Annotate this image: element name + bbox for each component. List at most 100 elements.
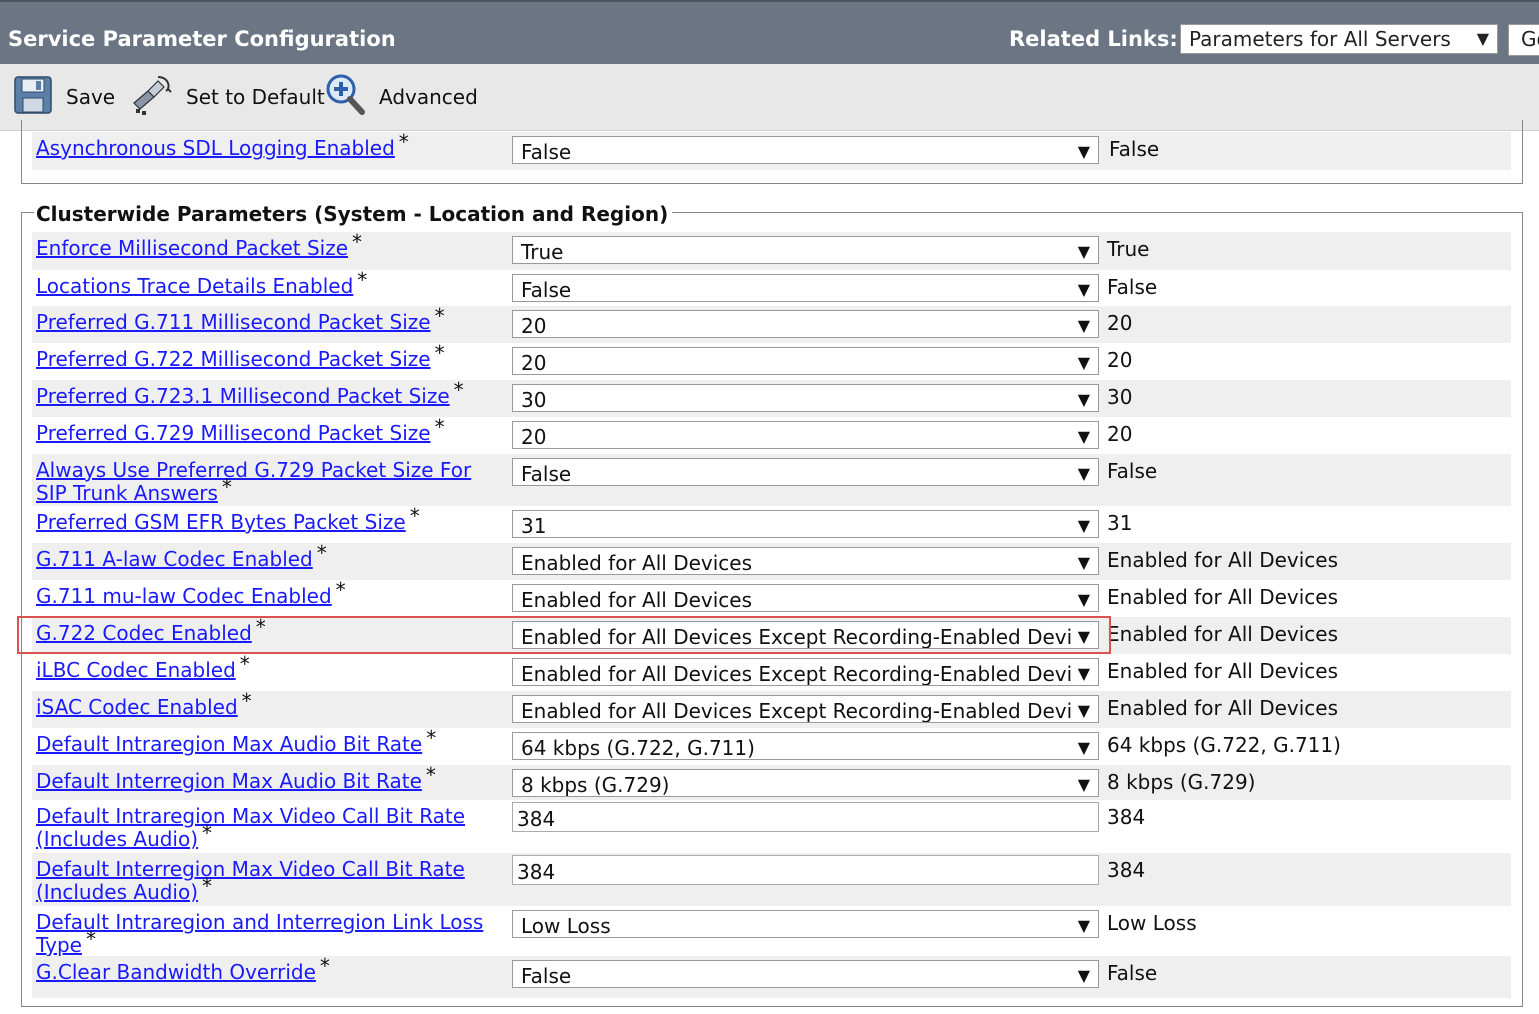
parameter-select[interactable]: 20 ▼ xyxy=(512,421,1099,449)
required-marker: * xyxy=(335,578,346,602)
parameter-link[interactable]: Preferred G.729 Millisecond Packet Size xyxy=(36,421,431,445)
default-value: Low Loss xyxy=(1107,911,1197,935)
parameter-link[interactable]: Preferred GSM EFR Bytes Packet Size xyxy=(36,510,406,534)
parameter-link[interactable]: Preferred G.711 Millisecond Packet Size xyxy=(36,310,431,334)
parameter-link[interactable]: Preferred G.723.1 Millisecond Packet Siz… xyxy=(36,384,450,408)
parameter-link[interactable]: Locations Trace Details Enabled xyxy=(36,274,353,298)
parameter-label: Preferred GSM EFR Bytes Packet Size * xyxy=(36,505,486,534)
default-value: 20 xyxy=(1107,311,1133,335)
dropdown-arrow-icon: ▼ xyxy=(1073,775,1090,794)
parameter-link[interactable]: Preferred G.722 Millisecond Packet Size xyxy=(36,347,431,371)
parameter-label: Default Intraregion Max Video Call Bit R… xyxy=(36,805,486,851)
required-marker: * xyxy=(319,954,330,978)
parameter-select[interactable]: False ▼ xyxy=(512,136,1099,164)
default-value: True xyxy=(1107,237,1150,261)
parameter-select[interactable]: Enabled for All Devices ▼ xyxy=(512,584,1099,612)
parameter-select[interactable]: 20 ▼ xyxy=(512,347,1099,375)
set-to-default-label: Set to Default xyxy=(186,85,325,109)
parameter-select[interactable]: Enabled for All Devices Except Recording… xyxy=(512,695,1099,723)
parameter-label: Default Intraregion and Interregion Link… xyxy=(36,911,486,957)
select-value: 31 xyxy=(521,514,547,538)
parameter-row: G.711 mu-law Codec Enabled * Enabled for A… xyxy=(32,579,1511,617)
required-marker: * xyxy=(434,415,445,439)
parameter-select[interactable]: 64 kbps (G.722, G.711) ▼ xyxy=(512,732,1099,760)
parameter-link[interactable]: G.711 A-law Codec Enabled xyxy=(36,547,313,571)
select-value: Enabled for All Devices Except Recording… xyxy=(521,662,1073,686)
required-marker: * xyxy=(202,874,213,898)
panel-legend: Clusterwide Parameters (System - Locatio… xyxy=(34,202,673,226)
parameter-select[interactable]: False ▼ xyxy=(512,274,1099,302)
dropdown-arrow-icon: ▼ xyxy=(1073,516,1090,535)
select-value: 20 xyxy=(521,351,547,375)
parameter-link[interactable]: Enforce Millisecond Packet Size xyxy=(36,236,348,260)
default-value: 64 kbps (G.722, G.711) xyxy=(1107,733,1341,757)
parameter-select[interactable]: 30 ▼ xyxy=(512,384,1099,412)
parameter-select[interactable]: Enabled for All Devices Except Recording… xyxy=(512,658,1099,686)
default-value: False xyxy=(1107,275,1158,299)
parameter-link[interactable]: Default Intraregion Max Audio Bit Rate xyxy=(36,732,422,756)
parameter-select[interactable]: False ▼ xyxy=(512,960,1099,988)
dropdown-arrow-icon: ▼ xyxy=(1073,664,1090,683)
required-marker: * xyxy=(352,230,363,254)
parameter-label: Default Interregion Max Video Call Bit R… xyxy=(36,858,486,904)
parameter-select[interactable]: True ▼ xyxy=(512,236,1099,264)
parameter-label: Preferred G.723.1 Millisecond Packet Siz… xyxy=(36,379,486,408)
parameter-select[interactable]: 31 ▼ xyxy=(512,510,1099,538)
parameter-label: Default Interregion Max Audio Bit Rate * xyxy=(36,764,486,793)
parameter-label: Preferred G.722 Millisecond Packet Size * xyxy=(36,342,486,371)
parameter-row: Default Interregion Max Audio Bit Rate * 8… xyxy=(32,764,1511,800)
parameter-label: G.711 mu-law Codec Enabled * xyxy=(36,579,486,608)
default-value: 384 xyxy=(1107,858,1146,882)
dropdown-arrow-icon: ▼ xyxy=(1073,553,1090,572)
select-value: 20 xyxy=(521,314,547,338)
parameter-row: Preferred G.711 Millisecond Packet Size *… xyxy=(32,304,1511,343)
go-button[interactable]: Go xyxy=(1508,24,1539,56)
parameter-link[interactable]: G.Clear Bandwidth Override xyxy=(36,960,316,984)
select-value: 30 xyxy=(521,388,547,412)
required-marker: * xyxy=(409,504,420,528)
parameter-link[interactable]: Always Use Preferred G.729 Packet Size F… xyxy=(36,458,471,505)
parameter-link[interactable]: iLBC Codec Enabled xyxy=(36,658,236,682)
parameter-select[interactable]: 20 ▼ xyxy=(512,310,1099,338)
required-marker: * xyxy=(357,268,368,292)
default-value: False xyxy=(1107,961,1158,985)
required-marker: * xyxy=(434,304,445,328)
select-value: False xyxy=(521,278,572,302)
parameter-row: Always Use Preferred G.729 Packet Size F… xyxy=(32,454,1511,506)
parameter-link[interactable]: Default Intraregion and Interregion Link… xyxy=(36,910,483,957)
parameter-row: iLBC Codec Enabled * Enabled for All Devic… xyxy=(32,653,1511,691)
required-marker: * xyxy=(241,689,252,713)
magnifier-plus-icon xyxy=(325,73,365,122)
parameter-label: iLBC Codec Enabled * xyxy=(36,653,486,682)
select-value: 20 xyxy=(521,425,547,449)
dropdown-arrow-icon: ▼ xyxy=(1073,464,1090,483)
parameter-link[interactable]: Default Interregion Max Video Call Bit R… xyxy=(36,857,465,904)
parameter-label: Always Use Preferred G.729 Packet Size F… xyxy=(36,459,486,505)
parameter-link[interactable]: iSAC Codec Enabled xyxy=(36,695,238,719)
related-links-select[interactable]: Parameters for All Servers ▼ xyxy=(1180,24,1498,54)
parameter-label: G.711 A-law Codec Enabled * xyxy=(36,542,486,571)
select-value: 8 kbps (G.729) xyxy=(521,773,670,797)
parameter-link[interactable]: Asynchronous SDL Logging Enabled xyxy=(36,136,395,160)
default-value: Enabled for All Devices xyxy=(1107,548,1339,572)
default-value: 20 xyxy=(1107,422,1133,446)
parameter-row: G.Clear Bandwidth Override * False ▼ False xyxy=(32,954,1511,998)
parameter-select[interactable]: Enabled for All Devices ▼ xyxy=(512,547,1099,575)
parameter-input[interactable]: 384 xyxy=(512,855,1099,885)
select-value: False xyxy=(521,964,572,988)
parameter-row: G.711 A-law Codec Enabled * Enabled for Al… xyxy=(32,542,1511,580)
parameter-row: Default Interregion Max Video Call Bit R… xyxy=(32,853,1511,906)
advanced-label: Advanced xyxy=(379,85,478,109)
parameter-select[interactable]: False ▼ xyxy=(512,458,1099,486)
dropdown-arrow-icon: ▼ xyxy=(1073,390,1090,409)
parameter-link[interactable]: Default Intraregion Max Video Call Bit R… xyxy=(36,804,465,851)
parameter-select[interactable]: Low Loss ▼ xyxy=(512,910,1099,938)
parameter-input[interactable]: 384 xyxy=(512,802,1099,832)
default-value: Enabled for All Devices xyxy=(1107,585,1339,609)
select-value: Enabled for All Devices xyxy=(521,588,753,612)
parameter-select[interactable]: 8 kbps (G.729) ▼ xyxy=(512,769,1099,797)
required-marker: * xyxy=(425,763,436,787)
parameter-link[interactable]: Default Interregion Max Audio Bit Rate xyxy=(36,769,422,793)
default-value: Enabled for All Devices xyxy=(1107,622,1339,646)
parameter-link[interactable]: G.711 mu-law Codec Enabled xyxy=(36,584,332,608)
